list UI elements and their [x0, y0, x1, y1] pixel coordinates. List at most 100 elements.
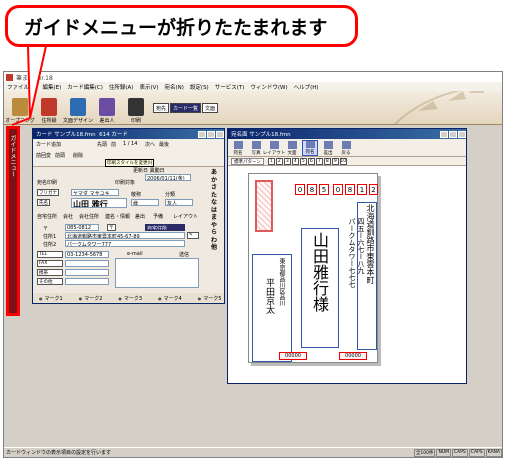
card-window-titlebar: カード サンプル18.fmn 614 カード — [33, 129, 224, 139]
zip-field[interactable]: 085-0812 — [65, 224, 99, 231]
guide-menu-label: ガイドメニュー — [9, 135, 16, 177]
edit-address-button[interactable]: ✎ — [187, 232, 199, 239]
pc-maximize-button[interactable] — [449, 130, 457, 138]
view-recipient-button[interactable]: 宛先 — [153, 103, 170, 113]
name-field[interactable]: 山田 雅行 — [71, 198, 127, 208]
toolbar-sender-button[interactable]: 差出人 — [93, 92, 121, 124]
kana-sa[interactable]: さ — [211, 184, 217, 192]
kana-other[interactable]: 他 — [211, 244, 217, 252]
email-list[interactable] — [115, 258, 199, 288]
kana-ka[interactable]: か — [211, 177, 217, 185]
mark-1[interactable]: マーク1 — [39, 295, 63, 302]
kana-na[interactable]: な — [211, 199, 217, 207]
page-6[interactable]: 6 — [307, 157, 315, 165]
page-7[interactable]: 7 — [315, 157, 323, 165]
menu-edit[interactable]: 編集(E) — [42, 83, 61, 91]
maximize-button[interactable] — [207, 130, 215, 138]
tel-label: TEL — [37, 251, 63, 258]
pc-tool-photo[interactable]: 写真 — [248, 140, 264, 156]
tab-joint[interactable]: 連名・情報 — [105, 213, 130, 220]
last-record-button[interactable]: 最後 — [159, 141, 169, 148]
first-record-button[interactable]: 先頭 — [97, 141, 107, 148]
pc-close-button[interactable] — [458, 130, 466, 138]
address1-field[interactable]: 北海道釧路市東雲本町45-67-89 — [65, 232, 185, 239]
mark-5[interactable]: マーク5 — [198, 295, 221, 302]
view-pattern-select[interactable]: 標準パターン — [231, 157, 264, 165]
page-5[interactable]: 5 — [299, 157, 307, 165]
menu-view[interactable]: 表示(V) — [139, 83, 158, 91]
address2-field[interactable]: パークムタワー777 — [65, 240, 185, 247]
kana-a[interactable]: あ — [211, 169, 217, 177]
mark-2[interactable]: マーク2 — [79, 295, 102, 302]
pc-tool-layout[interactable]: レイアウト — [263, 140, 285, 156]
pc-tool-body[interactable]: 文面 — [284, 140, 300, 156]
mobile-label: 携帯 — [37, 269, 63, 276]
kana-ma[interactable]: ま — [211, 214, 217, 222]
menu-address[interactable]: 住所録(A) — [109, 83, 134, 91]
honorific-select[interactable]: 様 — [131, 199, 159, 206]
kana-ta[interactable]: た — [211, 192, 217, 200]
head-button[interactable]: 前頭 — [55, 152, 65, 159]
view-body-button[interactable]: 文面 — [202, 103, 219, 113]
toolbar-address-book-button[interactable]: 住所録 — [35, 92, 63, 124]
card-add-button[interactable]: カード追加 — [36, 141, 61, 148]
page-8[interactable]: 8 — [323, 157, 331, 165]
kana-wa[interactable]: わ — [211, 237, 217, 245]
tab-company-addr[interactable]: 会社住所 — [79, 213, 99, 220]
page-9[interactable]: 9 — [331, 157, 339, 165]
menu-settings[interactable]: 設定(S) — [190, 83, 209, 91]
page-10[interactable]: 10 — [339, 157, 347, 165]
menu-window[interactable]: ウィンドウ(W) — [250, 83, 287, 91]
prev-change-button[interactable]: 前回変 — [36, 152, 51, 159]
tab-company[interactable]: 会社 — [63, 213, 73, 220]
mark-3[interactable]: マーク3 — [118, 295, 142, 302]
pc-tool-back[interactable]: 戻る — [338, 140, 354, 156]
next-record-button[interactable]: 次へ — [145, 141, 155, 148]
menu-help[interactable]: ヘルプ(H) — [294, 83, 319, 91]
tel-field[interactable]: 03-1234-5678 — [65, 251, 109, 258]
page-4[interactable]: 4 — [291, 157, 299, 165]
tab-spare[interactable]: 予備 — [153, 213, 163, 220]
category-select[interactable]: 友人 — [165, 199, 193, 206]
toolbar-design-button[interactable]: 文面デザイン — [63, 92, 93, 124]
kana-ha[interactable]: は — [211, 207, 217, 215]
furigana-field[interactable]: ヤマダ マサユキ — [71, 189, 119, 196]
tab-sender[interactable]: 差出 — [135, 213, 145, 220]
page-1[interactable]: 1 — [267, 157, 275, 165]
pc-tool-sender[interactable]: 差出 — [320, 140, 336, 156]
fax-field[interactable] — [65, 260, 109, 267]
toolbar-print-button[interactable]: 印刷 — [122, 92, 150, 124]
zip-lookup-button[interactable]: 〒 — [107, 224, 116, 231]
address-line-2: 四五ー六七ー八九 — [357, 218, 365, 274]
postcard-preview[interactable]: 0 8 5 0 8 1 2 北海道釧路市東雲本町 四五ー六七ー八九 パークムタワ… — [248, 173, 378, 363]
back-icon — [341, 140, 351, 149]
menu-card-edit[interactable]: カード編集(C) — [67, 83, 103, 91]
tab-layout[interactable]: レイアウト — [173, 213, 198, 220]
toolbar-opening-button[interactable]: オープニング — [5, 92, 35, 124]
kana-ya[interactable]: や — [211, 222, 217, 230]
menu-recipient[interactable]: 宛名(N) — [165, 83, 184, 91]
mark-4[interactable]: マーク4 — [158, 295, 182, 302]
tab-home[interactable]: 自宅住所 — [37, 213, 57, 220]
date-field[interactable]: 2006/01/11(金) — [145, 174, 191, 181]
menu-file[interactable]: ファイル(F) — [7, 83, 36, 91]
delete-button[interactable]: 削除 — [73, 152, 83, 159]
pc-minimize-button[interactable] — [440, 130, 448, 138]
close-button[interactable] — [216, 130, 224, 138]
pc-tool-recipient[interactable]: 宛名 — [230, 140, 246, 156]
mobile-field[interactable] — [65, 269, 109, 276]
view-card-list-button[interactable]: カード一覧 — [170, 103, 202, 113]
page-2[interactable]: 2 — [275, 157, 283, 165]
other-field[interactable] — [65, 278, 109, 285]
prev-record-button[interactable]: 前 — [111, 141, 116, 148]
home-address-badge[interactable]: 自宅住所 — [145, 224, 185, 231]
minimize-button[interactable] — [198, 130, 206, 138]
pc-tool-recipient-2[interactable]: 宛名 — [302, 139, 318, 156]
zip-digit-3: 5 — [319, 184, 329, 195]
address-book-icon — [41, 98, 57, 116]
menu-service[interactable]: サービス(T) — [215, 83, 245, 91]
guide-callout: ガイドメニューが折りたたまれます — [5, 5, 358, 47]
page-3[interactable]: 3 — [283, 157, 291, 165]
guide-menu-tab[interactable]: ガイドメニュー — [6, 126, 20, 316]
kana-ra[interactable]: ら — [211, 229, 217, 237]
